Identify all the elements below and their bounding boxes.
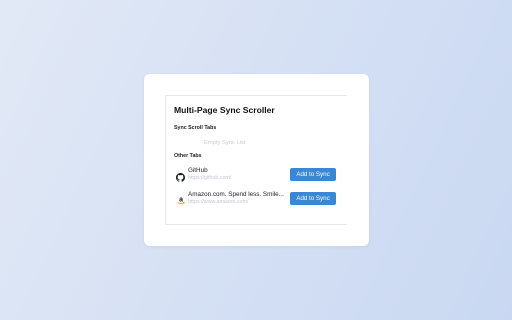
extension-popup-card: Multi-Page Sync Scroller Sync Scroll Tab… (144, 74, 369, 246)
add-to-sync-button[interactable]: Add to Sync (290, 168, 336, 181)
tab-title: Amazon.com. Spend less. Smile... (188, 191, 284, 198)
sync-list-empty-text: Empty Sync List (204, 140, 246, 146)
add-to-sync-button[interactable]: Add to Sync (290, 192, 336, 205)
tab-row-amazon: a Amazon.com. Spend less. Smile... https… (174, 190, 340, 208)
popup-title: Multi-Page Sync Scroller (174, 105, 275, 115)
tab-url: https://www.amazon.com/ (188, 199, 249, 205)
popup-panel: Multi-Page Sync Scroller Sync Scroll Tab… (165, 95, 347, 225)
other-tabs-heading: Other Tabs (174, 153, 202, 159)
tab-row-github: GitHub https://github.com/ Add to Sync (174, 166, 340, 184)
tab-title: GitHub (188, 167, 208, 174)
amazon-icon: a (176, 192, 186, 204)
sync-scroll-tabs-heading: Sync Scroll Tabs (174, 125, 217, 131)
svg-text:a: a (179, 196, 183, 203)
github-icon (176, 169, 185, 182)
tab-url: https://github.com/ (188, 175, 232, 181)
